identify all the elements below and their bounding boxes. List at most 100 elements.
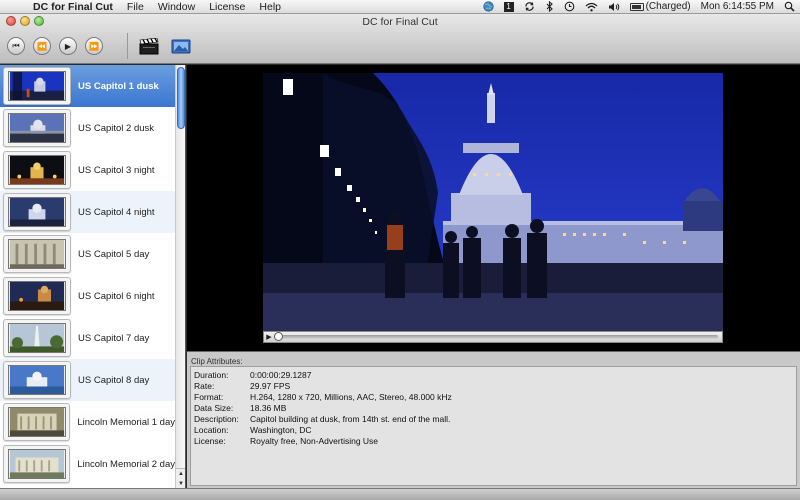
- status-area: 1 (Charged) Mon 6:14:55 PM: [478, 0, 800, 14]
- clip-label: US Capitol 7 day: [78, 332, 150, 344]
- fast-forward-icon: ⏩: [89, 41, 99, 51]
- menu-bar: DC for Final Cut File Window License Hel…: [0, 0, 800, 14]
- export-to-final-cut-button[interactable]: [138, 37, 160, 55]
- clip-list-item[interactable]: US Capitol 2 dusk: [0, 107, 175, 149]
- window-title: DC for Final Cut: [362, 16, 438, 28]
- attr-description: Description: Capitol building at dusk, f…: [194, 414, 450, 425]
- clip-list-item[interactable]: US Capitol 4 night: [0, 191, 175, 233]
- attr-key: Data Size:: [194, 403, 234, 413]
- playhead[interactable]: [274, 332, 283, 341]
- clip-attributes-title: Clip Attributes:: [191, 357, 243, 366]
- scroll-thumb[interactable]: [177, 67, 185, 129]
- clip-thumbnail: [3, 67, 71, 105]
- clip-thumbnail: [3, 445, 71, 483]
- clip-label: US Capitol 1 dusk: [78, 80, 159, 92]
- clip-thumbnail: [3, 235, 71, 273]
- clip-list-item[interactable]: Lincoln Memorial 2 day: [0, 443, 175, 485]
- menu-help[interactable]: Help: [252, 0, 288, 14]
- clip-thumbnail: [3, 109, 71, 147]
- clip-label: US Capitol 5 day: [78, 248, 150, 260]
- clip-list-item[interactable]: US Capitol 1 dusk: [0, 65, 175, 107]
- bluetooth-icon[interactable]: [540, 1, 559, 12]
- menu-license[interactable]: License: [202, 0, 252, 14]
- rewind-button[interactable]: ⏪: [33, 37, 51, 55]
- clip-attributes-panel: Clip Attributes: Duration: 0:00:00:29.12…: [187, 351, 800, 488]
- attr-value: Washington, DC: [250, 425, 312, 435]
- volume-icon[interactable]: [603, 2, 625, 12]
- globe-icon[interactable]: [478, 1, 499, 12]
- attr-value: H.264, 1280 x 720, Millions, AAC, Stereo…: [250, 392, 452, 402]
- attr-rate: Rate: 29.97 FPS: [194, 381, 290, 392]
- clip-thumbnail: [3, 361, 71, 399]
- clip-label: US Capitol 6 night: [78, 290, 155, 302]
- clip-list-item[interactable]: US Capitol 6 night: [0, 275, 175, 317]
- clip-thumbnail: [3, 193, 71, 231]
- clip-thumbnail: [3, 151, 71, 189]
- attr-duration: Duration: 0:00:00:29.1287: [194, 370, 311, 381]
- app-menu[interactable]: DC for Final Cut: [26, 0, 120, 14]
- clip-list-item[interactable]: US Capitol 8 day: [0, 359, 175, 401]
- video-frame[interactable]: [263, 73, 723, 337]
- clapperboard-icon: [139, 37, 159, 54]
- clip-thumbnail: [3, 277, 71, 315]
- attr-key: Duration:: [194, 370, 229, 380]
- wifi-icon[interactable]: [580, 2, 603, 12]
- attr-license: License: Royalty free, Non-Advertising U…: [194, 436, 378, 447]
- clip-label: Lincoln Memorial 2 day: [77, 458, 175, 470]
- skip-back-icon: ⏮: [12, 41, 20, 50]
- clip-list-item[interactable]: US Capitol 5 day: [0, 233, 175, 275]
- movie-controller: ▶: [263, 331, 723, 343]
- clock[interactable]: Mon 6:14:55 PM: [696, 0, 779, 14]
- window-pane-icon: [171, 39, 191, 54]
- attr-key: Rate:: [194, 381, 215, 391]
- video-viewer: ▶: [187, 65, 800, 351]
- clip-label: US Capitol 3 night: [78, 164, 155, 176]
- play-button[interactable]: ▶: [59, 37, 77, 55]
- play-icon: ▶: [64, 41, 72, 51]
- attr-value: 18.36 MB: [250, 403, 287, 413]
- menu-window[interactable]: Window: [151, 0, 202, 14]
- controller-play-button[interactable]: ▶: [264, 333, 274, 341]
- attr-location: Location: Washington, DC: [194, 425, 312, 436]
- attr-key: Description:: [194, 414, 239, 424]
- window-bottom-bar: [0, 488, 800, 500]
- attr-value: 0:00:00:29.1287: [250, 370, 312, 380]
- sync-icon[interactable]: [519, 1, 540, 12]
- attr-value: 29.97 FPS: [250, 381, 291, 391]
- toolbar-divider: [127, 33, 128, 59]
- clip-list-item[interactable]: US Capitol 7 day: [0, 317, 175, 359]
- video-image: [263, 73, 723, 337]
- attr-data-size: Data Size: 18.36 MB: [194, 403, 286, 414]
- clip-attributes-box: Duration: 0:00:00:29.1287 Rate: 29.97 FP…: [190, 366, 797, 486]
- spotlight-icon[interactable]: [779, 1, 800, 12]
- clip-label: Lincoln Memorial 1 day: [77, 416, 175, 428]
- attr-value: Capitol building at dusk, from 14th st. …: [250, 414, 451, 424]
- scroll-arrows[interactable]: ▲ ▼: [176, 468, 185, 488]
- battery-status[interactable]: (Charged): [625, 0, 696, 14]
- main-window: DC for Final Cut ⏮ ⏪ ▶ ⏩ US Capitol 1 du…: [0, 14, 800, 500]
- playback-slider[interactable]: [274, 332, 718, 341]
- attr-format: Format: H.264, 1280 x 720, Millions, AAC…: [194, 392, 452, 403]
- clip-thumbnail: [3, 319, 71, 357]
- browser-view-button[interactable]: [170, 37, 192, 55]
- rewind-icon: ⏪: [37, 41, 47, 51]
- clip-list-item[interactable]: Lincoln Memorial 1 day: [0, 401, 175, 443]
- attr-key: License:: [194, 436, 226, 446]
- attr-value: Royalty free, Non-Advertising Use: [250, 436, 379, 446]
- clip-list-scrollbar[interactable]: ▲ ▼: [175, 65, 185, 488]
- fast-forward-button[interactable]: ⏩: [85, 37, 103, 55]
- clip-thumbnail: [3, 403, 71, 441]
- menu-file[interactable]: File: [120, 0, 151, 14]
- clip-label: US Capitol 8 day: [78, 374, 150, 386]
- clip-list-item[interactable]: US Capitol 3 night: [0, 149, 175, 191]
- toolbar: ⏮ ⏪ ▶ ⏩: [0, 28, 800, 64]
- attr-key: Location:: [194, 425, 229, 435]
- attr-key: Format:: [194, 392, 224, 402]
- battery-icon: [629, 2, 644, 11]
- title-bar: DC for Final Cut ⏮ ⏪ ▶ ⏩: [0, 14, 800, 64]
- clip-label: US Capitol 2 dusk: [78, 122, 155, 134]
- time-machine-icon[interactable]: [559, 1, 580, 12]
- spaces-indicator[interactable]: 1: [499, 1, 519, 12]
- clip-list[interactable]: US Capitol 1 dusk US Capitol 2 dusk US C…: [0, 65, 186, 488]
- skip-back-button[interactable]: ⏮: [7, 37, 25, 55]
